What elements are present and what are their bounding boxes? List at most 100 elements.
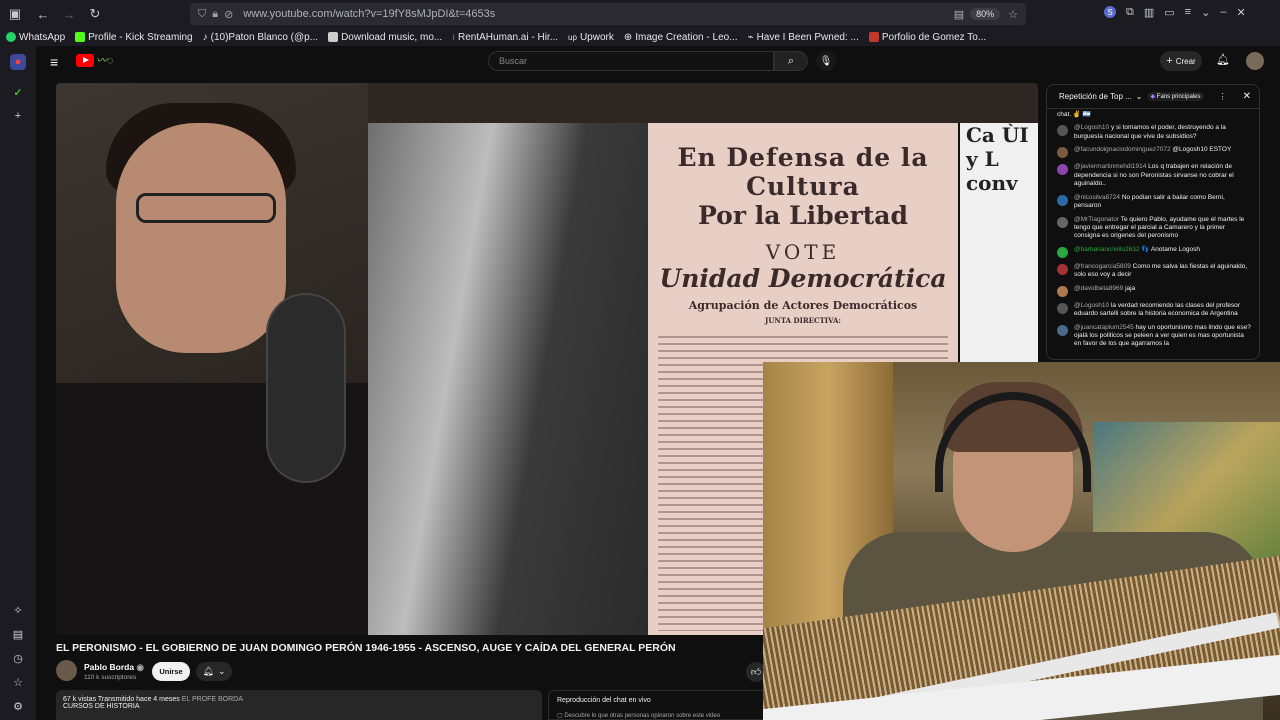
chat-author[interactable]: @javiermartinmehdi1914	[1074, 163, 1146, 170]
chat-author[interactable]: @nicosilva8724	[1074, 194, 1120, 201]
bookmark-download-music[interactable]: Download music, mo...	[328, 32, 442, 43]
chat-author[interactable]: @juancataplum2545	[1074, 324, 1134, 331]
reader-view-icon[interactable]: ▤	[954, 8, 964, 21]
verified-icon: ◉	[136, 662, 144, 672]
chat-avatar[interactable]	[1057, 125, 1068, 137]
chat-avatar[interactable]	[1057, 302, 1068, 314]
chevron-down-icon[interactable]: ⌄	[1136, 92, 1143, 101]
bookmarks-panel-icon[interactable]: ☆	[10, 674, 26, 690]
chat-replay-title: Reproducción del chat en vivo	[557, 697, 651, 704]
chat-message: @davidbeta8969 jaja	[1057, 285, 1251, 297]
chat-mode-selector[interactable]: Repetición de Top ...	[1059, 92, 1132, 101]
clock-icon[interactable]: ◷	[10, 650, 26, 666]
flag-image	[368, 83, 648, 635]
user-avatar[interactable]	[1246, 52, 1264, 70]
more-options-icon[interactable]: ⋮	[1219, 92, 1227, 101]
chat-author[interactable]: @MrTiagonator	[1074, 216, 1119, 223]
sidebar-app-icon[interactable]: ●	[10, 54, 26, 70]
minimize-icon[interactable]: –	[1220, 6, 1226, 19]
url-text[interactable]: www.youtube.com/watch?v=19fY8sMJpDI&t=46…	[243, 8, 953, 20]
chat-replay-panel[interactable]: Reproducción del chat en vivo ▢ Descubre…	[548, 690, 768, 720]
bookmark-rentahuman[interactable]: ı RentAHuman.ai - Hir...	[452, 32, 558, 43]
chat-text: chat. ✌ 🇦🇷	[1057, 111, 1091, 118]
hashtag[interactable]: EL PROFE BORDA	[182, 696, 243, 703]
chat-author[interactable]: @davidbeta8969	[1074, 285, 1123, 292]
stream-date: Transmitido hace 4 meses	[97, 696, 180, 703]
chat-avatar[interactable]	[1057, 147, 1068, 159]
chat-avatar[interactable]	[1057, 194, 1068, 206]
back-icon[interactable]: ←	[32, 3, 54, 25]
chat-text: Anotame Logosh	[1150, 245, 1201, 253]
search-button[interactable]: ⌕	[774, 51, 808, 71]
chevron-down-icon[interactable]: ⌄	[1201, 6, 1210, 19]
zoom-level[interactable]: 80%	[970, 8, 1001, 20]
chat-avatar[interactable]	[1057, 246, 1068, 258]
bookmark-upwork[interactable]: up Upwork	[568, 32, 614, 43]
container-icon[interactable]: ▥	[1144, 6, 1154, 19]
permissions-icon[interactable]: ⊘	[224, 8, 233, 21]
presenter-glasses	[136, 193, 276, 223]
reload-icon[interactable]: ↻	[84, 3, 106, 25]
add-panel-icon[interactable]: +	[10, 108, 26, 124]
sidebar-extension-icon[interactable]: ✓	[10, 84, 26, 100]
youtube-logo-icon[interactable]	[76, 54, 94, 67]
fans-icon: ◆	[1150, 94, 1156, 100]
chat-avatar[interactable]	[1057, 164, 1068, 176]
bookmark-star-icon[interactable]: ☆	[1008, 8, 1018, 21]
bookmark-whatsapp[interactable]: WhatsApp	[6, 32, 65, 43]
bookmark-haveibeenpwned[interactable]: ⌁ Have I Been Pwned: ...	[748, 32, 859, 43]
plus-icon: +	[1166, 55, 1173, 67]
channel-avatar[interactable]	[56, 660, 77, 681]
bookmark-tiktok[interactable]: ♪ (10)Paton Blanco (@p...	[203, 32, 318, 43]
chat-author[interactable]: @Logosh10	[1074, 302, 1109, 309]
poster-line-6: JUNTA DIRECTIVA:	[765, 316, 841, 325]
thumbs-up-icon: 👍︎	[750, 667, 762, 678]
chat-author[interactable]: @barbariancriollo2632 👣	[1074, 246, 1149, 253]
subscription-bell-button[interactable]: 🔔︎ ⌄	[196, 662, 232, 681]
chat-avatar[interactable]	[1057, 263, 1068, 275]
chat-message: @francogarcia5809 Como me salva las fies…	[1057, 263, 1251, 280]
search-input[interactable]: Buscar	[488, 51, 774, 71]
studio-microphone	[266, 293, 346, 483]
bookmark-portfolio[interactable]: Porfolio de Gomez To...	[868, 32, 986, 43]
voice-search-button[interactable]: 🎙︎	[816, 51, 836, 71]
description-box[interactable]: 67 k vistas Transmitido hace 4 meses EL …	[56, 690, 542, 720]
notifications-icon[interactable]: 🔔︎	[1216, 53, 1230, 66]
bookmark-kick[interactable]: Profile - Kick Streaming	[75, 32, 193, 43]
chat-avatar[interactable]	[1057, 285, 1068, 297]
puzzle-icon[interactable]: ⧉	[1126, 6, 1134, 19]
extension-icon[interactable]: S	[1104, 6, 1116, 18]
layout-icon[interactable]: ▭	[1164, 6, 1174, 19]
fans-badge[interactable]: ◆ Fans principales	[1146, 92, 1205, 101]
menu-icon[interactable]: ≡	[1185, 6, 1191, 19]
search-icon: ⌕	[787, 54, 795, 67]
sidebar-toggle-icon[interactable]: ▣	[4, 3, 26, 25]
poster-line-5: Agrupación de Actores Democráticos	[688, 299, 918, 312]
chat-message: @facundoignaciodominguez7072 @Logosh10 E…	[1057, 146, 1251, 159]
history-panel-icon[interactable]: ▤	[10, 626, 26, 642]
chat-author[interactable]: @francogarcia5809	[1074, 263, 1131, 270]
join-button[interactable]: Unirse	[152, 662, 190, 681]
ai-icon[interactable]: ✧	[10, 602, 26, 618]
lock-icon[interactable]: 🔒︎	[212, 8, 218, 21]
chat-author[interactable]: @facundoignaciodominguez7072	[1074, 146, 1171, 153]
address-bar[interactable]: ⛉ 🔒︎ ⊘ www.youtube.com/watch?v=19fY8sMJp…	[190, 3, 1026, 25]
close-window-icon[interactable]: ✕	[1236, 6, 1245, 19]
settings-icon[interactable]: ⚙	[10, 698, 26, 714]
chat-replay-subtitle: ▢ Descubre lo que otras personas opinaro…	[557, 713, 721, 719]
create-button[interactable]: + Crear	[1160, 51, 1202, 71]
shield-icon[interactable]: ⛉	[198, 8, 206, 21]
microphone-icon: 🎙︎	[819, 55, 833, 67]
chat-header: Repetición de Top ... ⌄ ◆ Fans principal…	[1047, 85, 1259, 109]
youtube-doodle-icon[interactable]: 〰◌	[96, 52, 114, 68]
chat-avatar[interactable]	[1057, 324, 1068, 336]
close-icon[interactable]: ✕	[1243, 91, 1251, 102]
channel-name[interactable]: Pablo Borda ◉	[84, 662, 144, 673]
chat-avatar[interactable]	[1057, 216, 1068, 228]
video-title: EL PERONISMO - EL GOBIERNO DE JUAN DOMIN…	[56, 642, 676, 654]
forward-icon[interactable]: →	[58, 3, 80, 25]
hamburger-menu-icon[interactable]: ≡	[50, 54, 58, 70]
chat-author[interactable]: @Logosh10	[1074, 124, 1109, 131]
bookmark-image-creation[interactable]: ⊕ Image Creation - Leo...	[624, 32, 738, 43]
browser-sidebar: ● ✓ + ✧ ▤ ◷ ☆ ⚙	[0, 46, 36, 720]
